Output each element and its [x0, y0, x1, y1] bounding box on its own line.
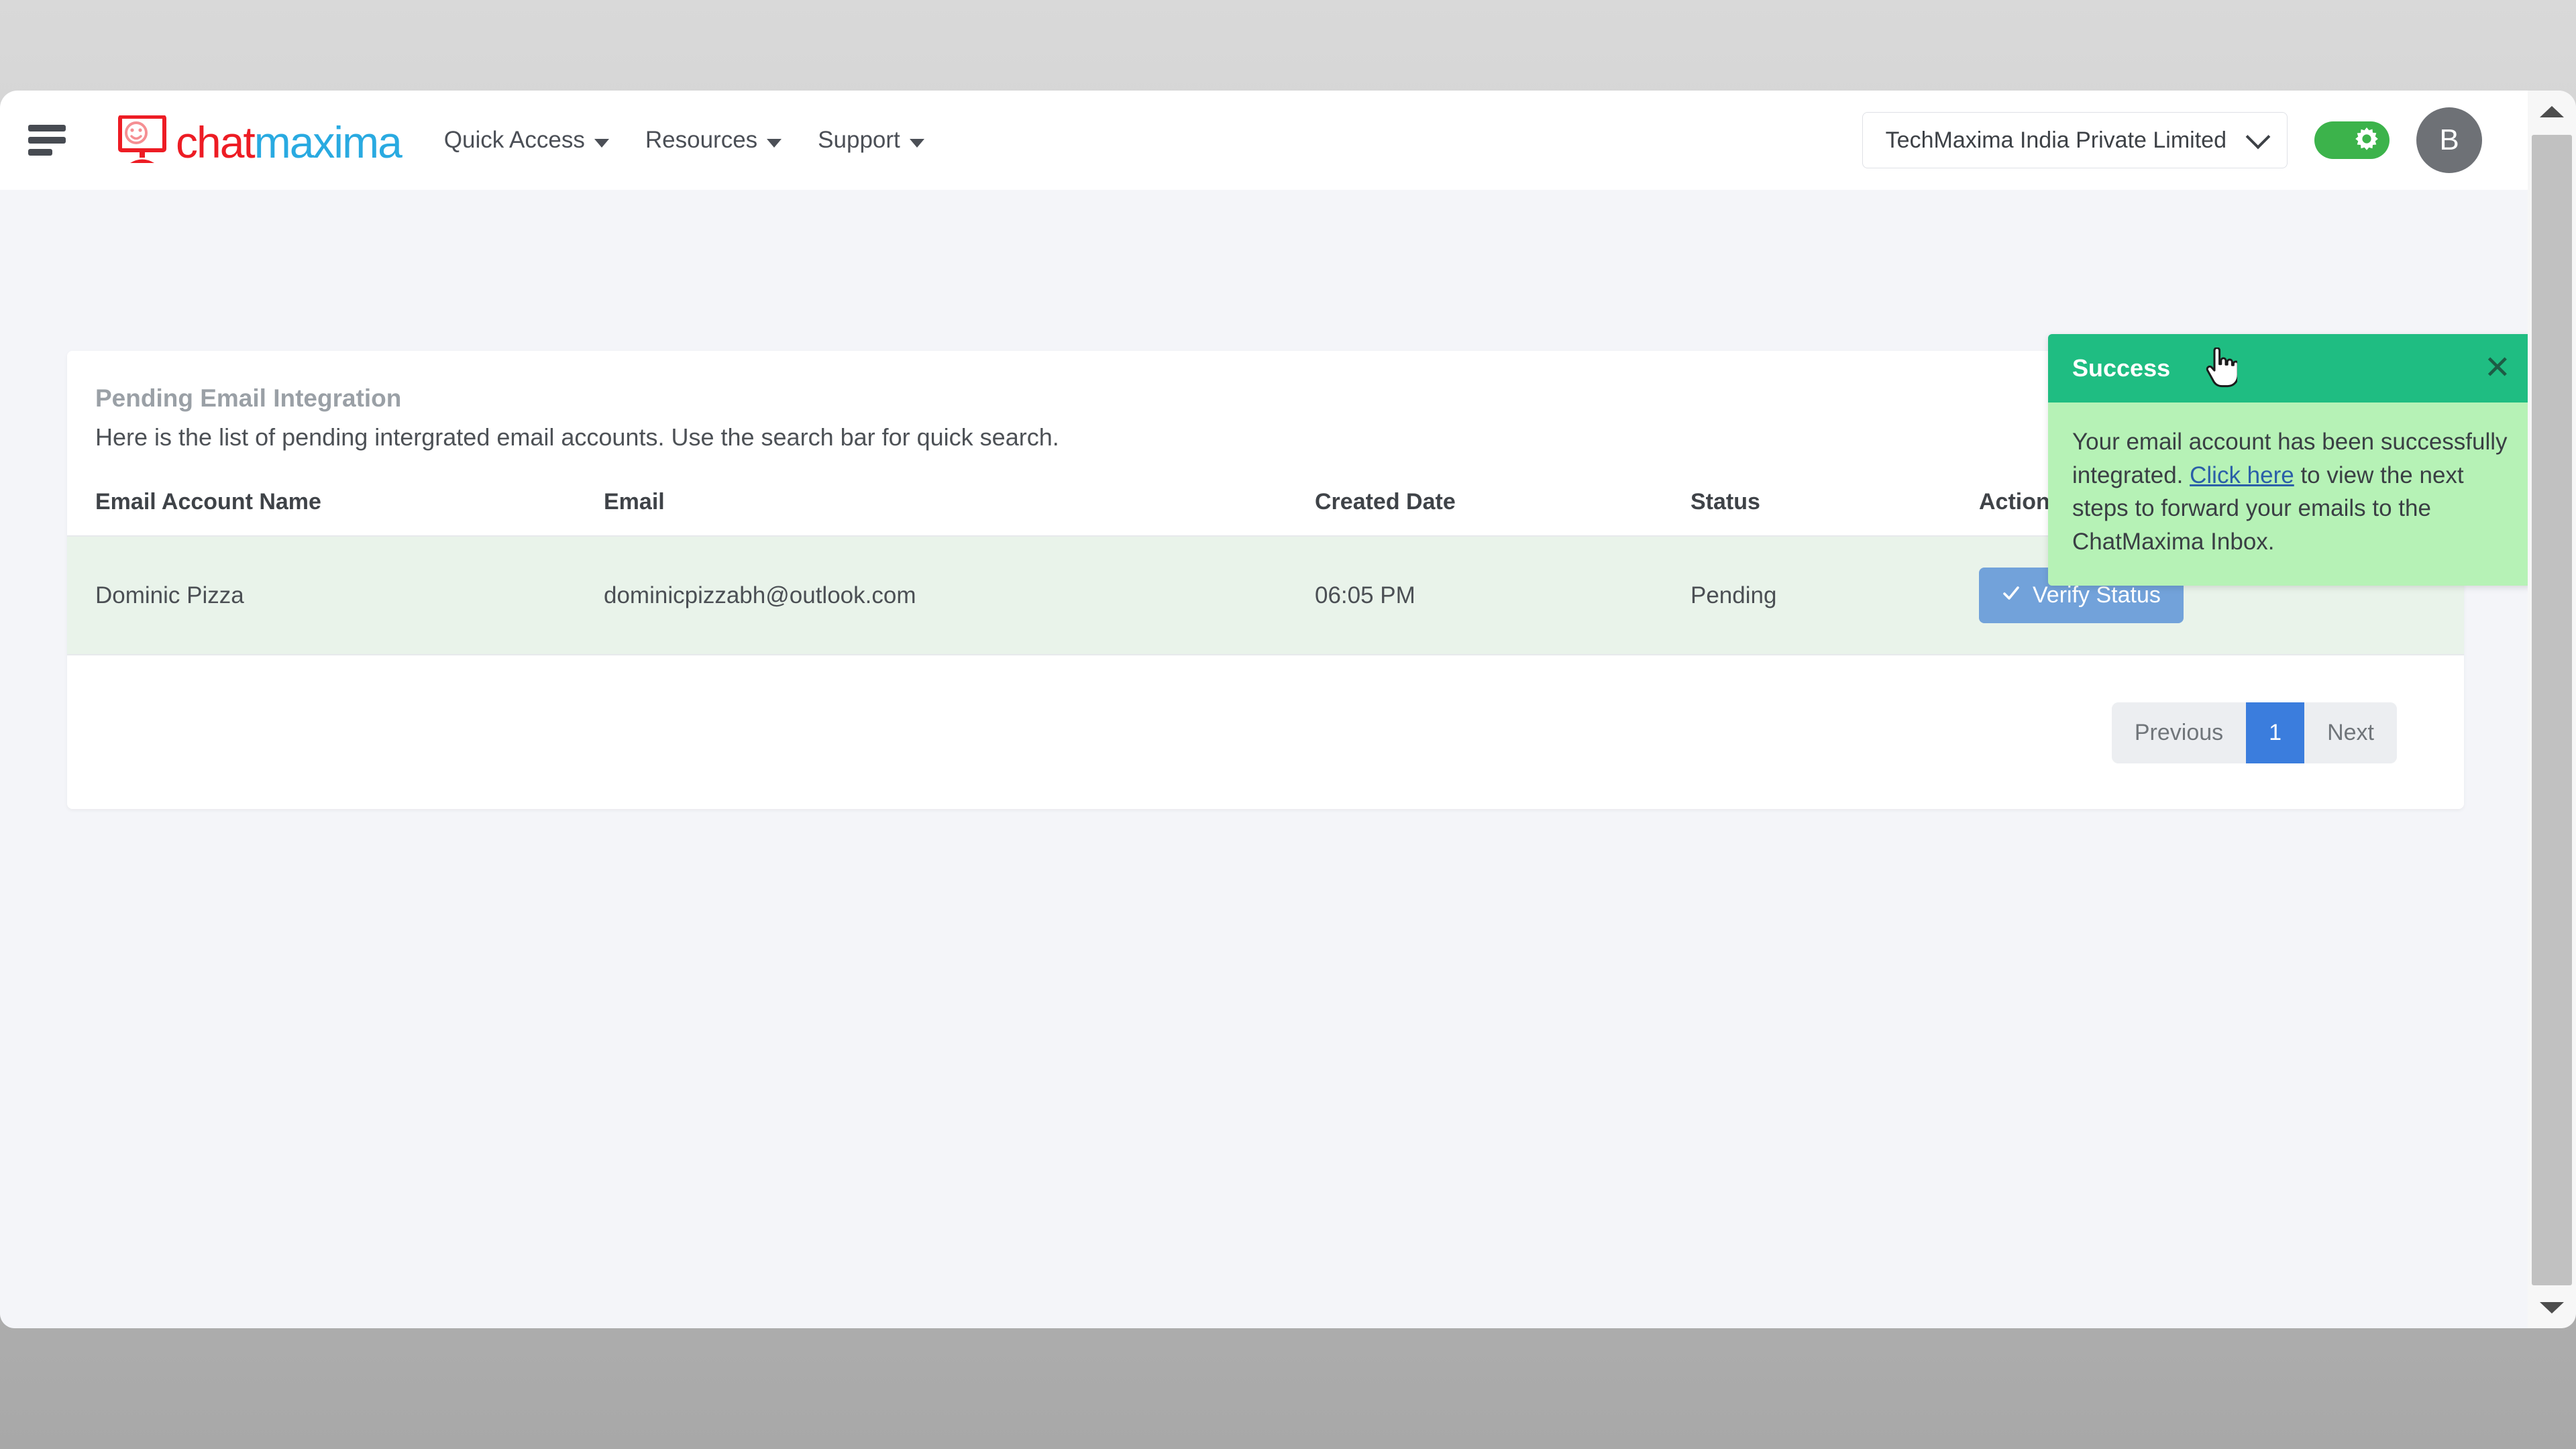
cell-status: Pending	[1690, 582, 1777, 608]
check-icon	[2002, 582, 2021, 608]
toast-title: Success	[2072, 354, 2171, 382]
cell-email-account-name: Dominic Pizza	[95, 582, 244, 608]
scrollbar-thumb[interactable]	[2532, 135, 2572, 1285]
column-header-created-date: Created Date	[1315, 489, 1456, 515]
hamburger-bar	[28, 137, 66, 144]
toast-header: Success ✕	[2048, 334, 2528, 402]
scroll-up-arrow-icon[interactable]	[2528, 91, 2576, 132]
avatar-initial: B	[2439, 123, 2459, 156]
close-icon[interactable]: ✕	[2480, 352, 2515, 384]
column-header-status: Status	[1690, 489, 1760, 515]
top-navigation-bar: chatmaxima Quick Access Resources Suppor…	[0, 91, 2528, 190]
arrow-down-glyph	[2540, 1301, 2564, 1313]
hamburger-bar	[28, 149, 52, 156]
gear-icon	[2353, 125, 2380, 156]
chevron-down-icon	[594, 138, 609, 148]
logo-text-maxima: maxima	[254, 117, 402, 167]
toast-message: Your email account has been successfully…	[2048, 402, 2528, 586]
arrow-up-glyph	[2540, 105, 2564, 117]
hamburger-menu-icon[interactable]	[28, 125, 70, 156]
toast-click-here-link[interactable]: Click here	[2190, 462, 2294, 488]
company-selector[interactable]: TechMaxima India Private Limited	[1862, 112, 2288, 168]
hamburger-bar	[28, 125, 66, 131]
nav-item-quick-access[interactable]: Quick Access	[444, 127, 609, 154]
column-header-email-account-name: Email Account Name	[95, 489, 321, 515]
chevron-down-icon	[909, 138, 924, 148]
chatmaxima-logo[interactable]: chatmaxima	[118, 110, 402, 170]
nav-label: Resources	[645, 127, 758, 153]
chevron-down-icon	[767, 138, 782, 148]
success-toast: Success ✕ Your email account has been su…	[2048, 334, 2528, 586]
pagination-group: Previous 1 Next	[2111, 702, 2397, 763]
column-header-email: Email	[604, 489, 665, 515]
nav-label: Quick Access	[443, 127, 585, 153]
cell-email: dominicpizzabh@outlook.com	[604, 582, 916, 608]
user-avatar[interactable]: B	[2416, 107, 2482, 173]
scroll-down-arrow-icon[interactable]	[2528, 1287, 2576, 1328]
pagination-next-button[interactable]: Next	[2304, 702, 2397, 763]
nav-label: Support	[818, 127, 900, 153]
pagination-page-1-button[interactable]: 1	[2246, 702, 2305, 763]
page-content: Pending Email Integration Here is the li…	[0, 190, 2528, 1328]
pagination: Previous 1 Next	[67, 702, 2397, 763]
monitor-smiley-icon	[118, 115, 170, 165]
main-navigation: Quick Access Resources Support	[444, 127, 924, 154]
nav-item-support[interactable]: Support	[818, 127, 924, 154]
pagination-previous-button[interactable]: Previous	[2111, 702, 2247, 763]
topbar-right-group: TechMaxima India Private Limited B	[1862, 107, 2482, 173]
company-selector-value: TechMaxima India Private Limited	[1885, 127, 2226, 153]
cell-created-date: 06:05 PM	[1315, 582, 1415, 608]
nav-item-resources[interactable]: Resources	[645, 127, 782, 154]
chevron-down-icon	[2245, 124, 2271, 150]
logo-text-chat: chat	[176, 117, 256, 167]
verify-status-label: Verify Status	[2033, 582, 2161, 608]
theme-toggle-switch[interactable]	[2314, 121, 2390, 159]
browser-viewport: chatmaxima Quick Access Resources Suppor…	[0, 91, 2576, 1328]
vertical-scrollbar[interactable]	[2528, 91, 2576, 1328]
